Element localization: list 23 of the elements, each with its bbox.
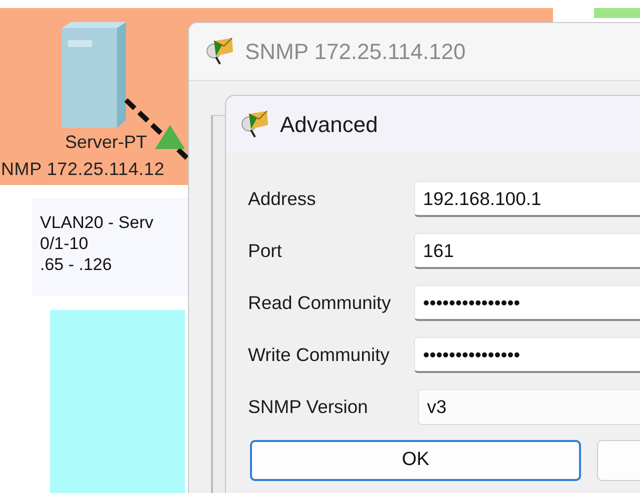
input-field[interactable]: 192.168.100.1 bbox=[414, 181, 640, 217]
input-field[interactable]: ••••••••••••••• bbox=[414, 337, 640, 373]
note-text: .65 - .126 bbox=[40, 254, 113, 275]
note-text: VLAN20 - Serv bbox=[40, 212, 154, 233]
field-label: Port bbox=[248, 239, 283, 264]
window-title: SNMP 172.25.114.120 bbox=[245, 38, 466, 66]
ok-button[interactable]: OK bbox=[250, 440, 582, 481]
field-label: Read Community bbox=[248, 291, 392, 316]
field-label: Write Community bbox=[248, 343, 391, 368]
snmp-icon bbox=[205, 36, 235, 66]
link-status-icon bbox=[155, 125, 185, 149]
input-field[interactable]: 161 bbox=[414, 233, 640, 269]
note-text: 0/1-10 bbox=[40, 233, 90, 254]
device-address: NMP 172.25.114.12 bbox=[1, 160, 165, 178]
input-field[interactable]: ••••••••••••••• bbox=[414, 285, 640, 321]
device-label: Server-PT bbox=[65, 133, 148, 151]
server-icon[interactable] bbox=[62, 22, 126, 128]
field-label: SNMP Version bbox=[248, 395, 369, 420]
dialog-title: Advanced bbox=[280, 111, 378, 139]
version-dropdown[interactable]: v3 bbox=[418, 389, 640, 425]
field-label: Address bbox=[248, 187, 317, 212]
button[interactable] bbox=[597, 440, 640, 481]
snmp-icon bbox=[240, 110, 270, 140]
